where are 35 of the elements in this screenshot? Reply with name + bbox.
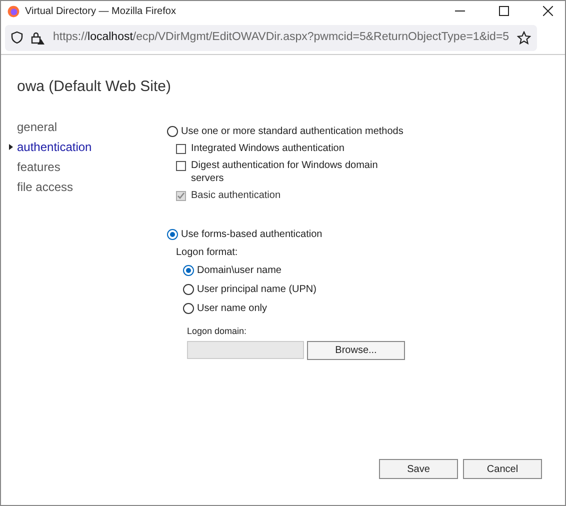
- nav-link[interactable]: authentication: [17, 136, 167, 156]
- radio-button[interactable]: [167, 126, 178, 136]
- dialog-button[interactable]: Save: [379, 459, 458, 479]
- star-icon[interactable]: [517, 30, 532, 44]
- window-title: Virtual Directory — Mozilla Firefox: [25, 4, 176, 18]
- radio-button[interactable]: [167, 228, 178, 240]
- nav-link[interactable]: features: [17, 156, 167, 176]
- checkbox-label: Basic authentication: [191, 188, 282, 202]
- logon-domain-label: Logon domain:: [187, 324, 248, 338]
- radio-label: Use one or more standard authentication methods: [181, 124, 404, 138]
- address-bar[interactable]: https://localhost/ecp/VDirMgmt/EditOWAVDir.aspx?pwmcid=5&ReturnObjectType=1&id=5: [5, 24, 538, 50]
- checkbox-label: Integrated Windows authentication: [191, 142, 346, 154]
- dialog-button[interactable]: Cancel: [463, 459, 542, 479]
- checkbox-label: Digest authentication for Windows domain servers: [191, 158, 379, 184]
- checkbox[interactable]: [176, 160, 186, 170]
- logon-format-label: Logon format:: [176, 246, 239, 260]
- shield-icon[interactable]: [11, 31, 23, 44]
- nav-link[interactable]: file access: [17, 176, 167, 196]
- radio-label: Use forms-based authentication: [181, 228, 322, 242]
- url-text: https://localhost/ecp/VDirMgmt/EditOWAVDir.aspx?pwmcid=5&ReturnObjectType=1&id=5: [53, 30, 510, 45]
- nav-link[interactable]: general: [17, 116, 167, 136]
- radio-label: User principal name (UPN): [197, 282, 316, 296]
- radio-label: User name only: [197, 302, 268, 316]
- selection-arrow-icon: [9, 144, 13, 150]
- page-title: owa (Default Web Site): [17, 77, 172, 97]
- radio-button[interactable]: [183, 264, 194, 276]
- checkbox[interactable]: [176, 144, 186, 154]
- radio-label: Domain\user name: [197, 264, 282, 278]
- lock-warning-icon[interactable]: [31, 30, 45, 44]
- radio-button[interactable]: [183, 302, 194, 314]
- browse-button[interactable]: Browse...: [307, 341, 405, 360]
- maximize-icon[interactable]: [499, 6, 509, 16]
- close-icon[interactable]: [543, 6, 553, 16]
- browser-logo-icon: [7, 4, 20, 18]
- radio-button[interactable]: [183, 284, 194, 294]
